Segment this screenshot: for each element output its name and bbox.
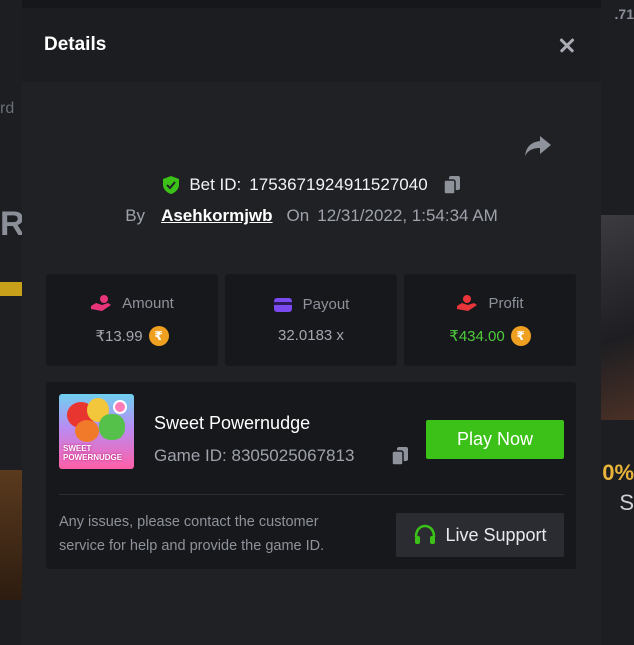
game-id: Game ID: 8305025067813: [154, 446, 355, 465]
background-promo-text-fragment: S: [619, 490, 634, 515]
bet-id-label: Bet ID:: [189, 175, 242, 194]
payout-label: Payout: [302, 296, 350, 313]
background-page-left: rd R(: [0, 0, 34, 645]
game-card: SWEET POWERNUDGE Sweet Powernudge Game I…: [46, 382, 576, 569]
profit-label: Profit: [488, 294, 524, 312]
support-message: Any issues, please contact the customer …: [59, 514, 325, 554]
background-promo-fragment: 0%: [602, 460, 634, 485]
close-icon[interactable]: [555, 33, 579, 57]
background-image: [601, 215, 634, 420]
game-thumbnail[interactable]: SWEET POWERNUDGE: [59, 394, 134, 469]
card-icon: [273, 297, 292, 312]
background-banner-strip: [0, 282, 22, 296]
bet-id-value: 1753671924911527040: [249, 175, 428, 194]
stat-profit: Profit ₹434.00 ₹: [404, 274, 576, 366]
amount-value: ₹13.99: [95, 328, 143, 345]
share-icon[interactable]: [523, 132, 553, 160]
amount-label: Amount: [122, 294, 174, 312]
headset-icon: [415, 524, 436, 544]
bet-datetime: 12/31/2022, 1:54:34 AM: [317, 206, 498, 225]
divider: [59, 494, 564, 495]
play-now-button[interactable]: Play Now: [426, 420, 564, 459]
username-link[interactable]: Asehkormjwb: [161, 206, 272, 226]
background-image: [0, 470, 22, 600]
rupee-coin-icon: ₹: [148, 326, 169, 346]
copy-icon[interactable]: [442, 174, 462, 196]
stat-amount: Amount ₹13.99 ₹: [46, 274, 218, 366]
background-page-right: .71 0% S: [601, 0, 634, 645]
payout-value: 32.0183 x: [278, 327, 344, 344]
bet-author-row: By Asehkormjwb On 12/31/2022, 1:54:34 AM: [22, 206, 601, 226]
bet-id-row: Bet ID: 1753671924911527040: [22, 174, 601, 196]
modal-header: Details: [22, 8, 601, 82]
bet-stats: Amount ₹13.99 ₹ Payout 32.0183 x Profit …: [46, 274, 576, 366]
stat-payout: Payout 32.0183 x: [225, 274, 397, 366]
hand-person-icon: [457, 295, 478, 311]
live-support-label: Live Support: [445, 524, 547, 545]
game-name: Sweet Powernudge: [154, 413, 311, 433]
background-balance-fragment: .71: [614, 6, 634, 22]
game-thumbnail-logo: SWEET POWERNUDGE: [63, 444, 123, 462]
shield-check-icon: [163, 176, 180, 194]
bet-details-modal: Details Bet ID: 1753671924911527040 By A…: [22, 8, 601, 645]
hand-coin-icon: [91, 295, 112, 311]
background-text-fragment: rd: [0, 100, 15, 117]
by-label: By: [125, 206, 146, 225]
profit-value: ₹434.00: [449, 328, 505, 345]
rupee-coin-icon: ₹: [510, 326, 531, 346]
copy-icon[interactable]: [390, 445, 410, 467]
live-support-button[interactable]: Live Support: [396, 513, 564, 557]
on-label: On: [286, 206, 310, 225]
game-id-value: 8305025067813: [231, 446, 355, 465]
modal-title: Details: [44, 34, 107, 55]
